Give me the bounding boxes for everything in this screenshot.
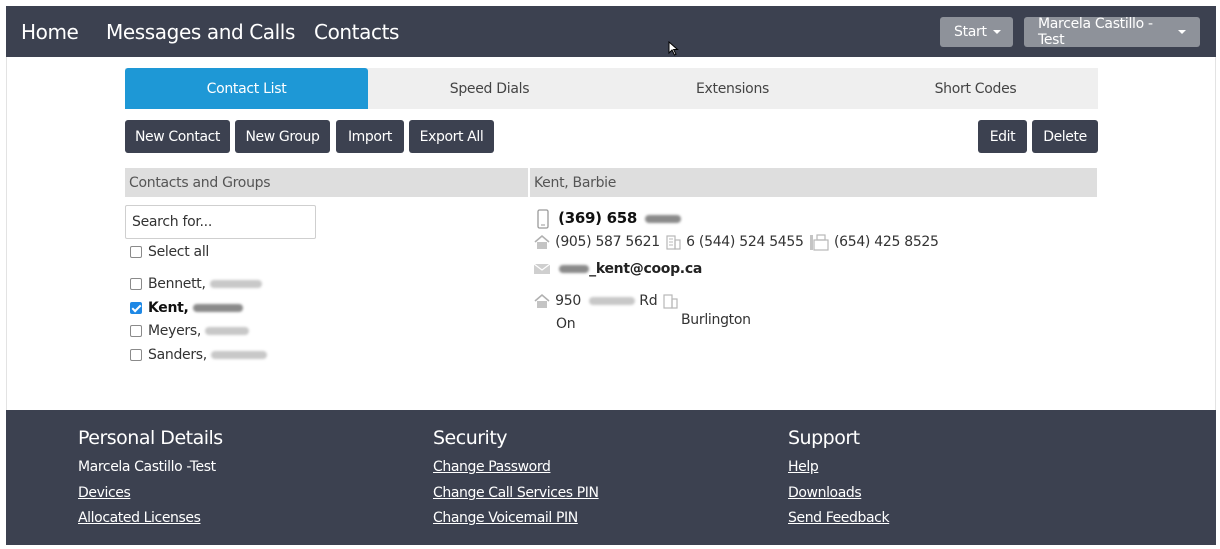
change-voicemail-pin-link[interactable]: Change Voicemail PIN <box>433 510 578 526</box>
nav-contacts-link[interactable]: Contacts <box>314 20 399 44</box>
office-building-icon <box>663 294 679 309</box>
list-item[interactable]: Meyers, <box>130 323 249 339</box>
contact-name: Kent, <box>148 300 189 316</box>
user-menu-button[interactable]: Marcela Castillo -Test <box>1024 16 1200 48</box>
start-label: Start <box>954 24 987 40</box>
redacted-text <box>192 304 243 312</box>
list-item[interactable]: Bennett, <box>130 276 262 292</box>
help-link[interactable]: Help <box>788 459 819 475</box>
footer-support-title: Support <box>788 427 860 449</box>
contact-name: Bennett, <box>148 276 206 292</box>
address-city: Burlington <box>681 312 751 328</box>
select-all-row: Select all <box>130 244 209 260</box>
contact-checkbox[interactable] <box>130 302 142 314</box>
envelope-icon <box>533 263 551 274</box>
redacted-text <box>645 215 682 223</box>
user-name-label: Marcela Castillo -Test <box>1038 16 1153 48</box>
contacts-groups-header: Contacts and Groups <box>125 168 528 197</box>
footer-personal-title: Personal Details <box>78 427 223 449</box>
select-all-checkbox[interactable] <box>130 246 142 258</box>
contact-checkbox[interactable] <box>130 349 142 361</box>
contact-detail-header: Kent, Barbie <box>530 168 1097 197</box>
office-building-icon <box>666 235 681 250</box>
home-icon <box>534 293 550 308</box>
caret-down-icon <box>992 30 1001 34</box>
fax-number[interactable]: (654) 425 8525 <box>834 234 939 250</box>
tab-speed-dials[interactable]: Speed Dials <box>368 68 611 109</box>
tab-contact-list[interactable]: Contact List <box>125 68 368 109</box>
work-phone-number[interactable]: 6 (544) 524 5455 <box>686 234 804 250</box>
export-all-button[interactable]: Export All <box>409 120 494 153</box>
page-footer: Personal Details Marcela Castillo -Test … <box>6 410 1216 545</box>
mouse-cursor-icon <box>668 41 679 56</box>
contact-search-input[interactable] <box>125 205 316 239</box>
nav-home-link[interactable]: Home <box>21 20 79 44</box>
contact-name: Meyers, <box>148 323 201 339</box>
new-group-button[interactable]: New Group <box>235 120 330 153</box>
redacted-text <box>205 327 249 335</box>
devices-link[interactable]: Devices <box>78 485 131 501</box>
contact-checkbox[interactable] <box>130 278 142 290</box>
mobile-phone-row: (369) 658 <box>536 209 682 229</box>
redacted-text <box>209 280 262 288</box>
email-row: _kent@coop.ca <box>533 261 702 277</box>
select-all-label: Select all <box>148 244 209 260</box>
address-number: 950 <box>555 293 581 309</box>
fax-icon <box>809 234 829 251</box>
tab-extensions[interactable]: Extensions <box>611 68 854 109</box>
home-icon <box>534 234 550 249</box>
mobile-phone-number[interactable]: (369) 658 <box>558 209 637 227</box>
downloads-link[interactable]: Downloads <box>788 485 862 501</box>
top-navbar: Home Messages and Calls Contacts Start M… <box>6 6 1216 57</box>
footer-security-title: Security <box>433 427 508 449</box>
start-dropdown-button[interactable]: Start <box>940 17 1013 47</box>
redacted-text <box>210 351 267 359</box>
contact-name: Sanders, <box>148 347 207 363</box>
home-phone-number[interactable]: (905) 587 5621 <box>555 234 660 250</box>
footer-user-name: Marcela Castillo -Test <box>78 459 216 475</box>
redacted-text <box>559 265 590 273</box>
mobile-phone-icon <box>537 209 549 229</box>
edit-button[interactable]: Edit <box>978 120 1027 153</box>
caret-down-icon <box>1178 30 1186 34</box>
address-row: 950 Rd <box>533 293 679 309</box>
delete-button[interactable]: Delete <box>1032 120 1098 153</box>
address-province: On <box>556 316 576 332</box>
change-call-services-pin-link[interactable]: Change Call Services PIN <box>433 485 599 501</box>
list-item[interactable]: Sanders, <box>130 347 267 363</box>
list-item[interactable]: Kent, <box>130 300 243 316</box>
phone-numbers-row: (905) 587 5621 6 (544) 524 5455 (654) 42… <box>533 233 939 251</box>
import-button[interactable]: Import <box>336 120 404 153</box>
email-address[interactable]: _kent@coop.ca <box>589 261 702 277</box>
address-street-suffix: Rd <box>639 293 658 309</box>
nav-messages-link[interactable]: Messages and Calls <box>106 20 295 44</box>
redacted-text <box>589 297 636 305</box>
tab-short-codes[interactable]: Short Codes <box>854 68 1097 109</box>
allocated-licenses-link[interactable]: Allocated Licenses <box>78 510 201 526</box>
change-password-link[interactable]: Change Password <box>433 459 551 475</box>
contact-checkbox[interactable] <box>130 325 142 337</box>
send-feedback-link[interactable]: Send Feedback <box>788 510 890 526</box>
new-contact-button[interactable]: New Contact <box>125 120 230 153</box>
contacts-tab-bar: Contact List Speed Dials Extensions Shor… <box>125 68 1098 109</box>
